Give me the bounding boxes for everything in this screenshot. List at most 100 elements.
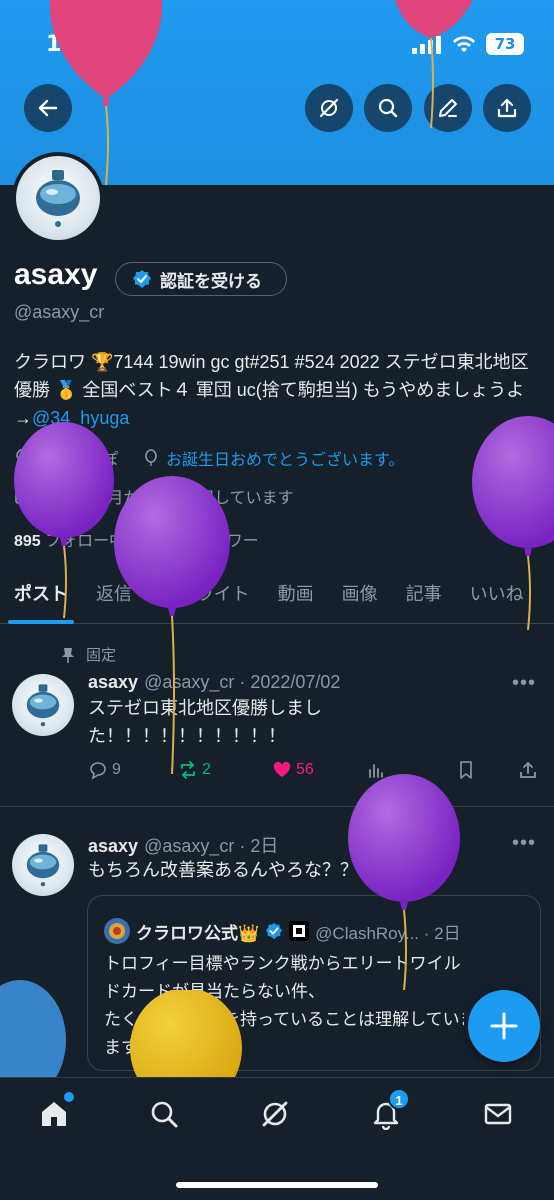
birthday-text[interactable]: お誕生日おめでとうございます。	[166, 446, 404, 470]
avatar-image	[26, 844, 60, 887]
bar-chart-icon	[369, 764, 383, 778]
profile-avatar[interactable]	[12, 152, 104, 244]
tab-videos[interactable]: 動画	[264, 570, 328, 623]
profile-bio: クラロワ 🏆7144 19win gc gt#251 #524 2022 ステゼ…	[14, 348, 534, 432]
post-author[interactable]: asaxy	[88, 836, 138, 856]
pin-icon	[62, 647, 74, 663]
grok-icon	[319, 98, 339, 118]
blue-balloon	[0, 980, 66, 1080]
search-button[interactable]	[364, 84, 412, 132]
edit-button[interactable]	[424, 84, 472, 132]
followers-label: フォロワー	[178, 533, 259, 550]
profile-tabs: ポスト 返信 ハイライト 動画 画像 記事 いいね	[0, 570, 554, 624]
home-notification-dot	[64, 1092, 74, 1102]
bookmark-icon	[460, 761, 472, 779]
verified-badge-icon	[133, 270, 151, 288]
quoted-text-line: たくさんの疑問を持っていることは理解しています	[104, 1010, 464, 1029]
nav-home[interactable]	[34, 1092, 74, 1134]
views-button[interactable]	[366, 760, 386, 780]
like-count: 56	[296, 761, 314, 778]
affiliate-badge-icon	[289, 921, 310, 941]
repost-button[interactable]: 2	[178, 760, 211, 780]
grok-icon	[262, 1101, 288, 1127]
profile-handle: @asaxy_cr	[14, 302, 105, 322]
reply-button[interactable]: 9	[88, 760, 121, 780]
nav-search[interactable]	[144, 1094, 184, 1134]
location-arrow-icon	[100, 36, 116, 52]
quoted-handle-date: @ClashRoy... · 2日	[315, 923, 461, 943]
post-more-button[interactable]: •••	[512, 672, 536, 695]
following-count: 895	[14, 533, 41, 550]
post-avatar[interactable]	[12, 674, 74, 736]
share-button[interactable]	[483, 84, 531, 132]
back-button[interactable]	[24, 84, 72, 132]
quoted-avatar	[104, 918, 130, 944]
share-icon	[497, 98, 517, 118]
share-post-button[interactable]	[518, 760, 538, 780]
get-verified-button[interactable]: 認証を受ける	[115, 262, 287, 296]
repost-icon	[181, 761, 195, 779]
quoted-text-line: トロフィー目標やランク戦からエリートワイル	[104, 954, 461, 973]
like-button[interactable]: 56	[272, 760, 314, 780]
verified-badge-icon	[266, 922, 283, 940]
notifications-badge: 1	[388, 1088, 410, 1110]
post-avatar[interactable]	[12, 834, 74, 896]
arrow-left-icon	[38, 99, 58, 117]
tab-likes[interactable]: いいね	[456, 570, 538, 623]
tab-highlights[interactable]: ハイライト	[146, 570, 264, 623]
nav-messages[interactable]	[478, 1094, 518, 1134]
quoted-text-line: ドカードが見当たらない件、	[104, 982, 325, 1001]
following-link[interactable]: 895 フォロー中	[14, 533, 125, 550]
post-more-button[interactable]: •••	[512, 832, 536, 855]
status-time: 1:11	[46, 32, 101, 57]
follow-stats: 895 フォロー中 599 フォロワー	[14, 527, 259, 551]
get-verified-label: 認証を受ける	[160, 271, 262, 291]
avatar-image	[26, 684, 60, 727]
status-bar: 1:11 73	[0, 30, 554, 60]
nav-grok[interactable]	[255, 1094, 295, 1134]
birthday: お誕生日おめでとうございます。	[142, 446, 404, 470]
tab-replies[interactable]: 返信	[82, 570, 146, 623]
followers-link[interactable]: 599 フォロワー	[147, 533, 258, 550]
search-icon	[151, 1101, 178, 1128]
quoted-author: クラロワ公式👑	[136, 923, 260, 943]
plus-icon	[490, 1012, 518, 1040]
post-handle-date: @asaxy_cr · 2日	[144, 836, 279, 856]
post-actions: 9 2 56	[88, 760, 548, 786]
tab-images[interactable]: 画像	[328, 570, 392, 623]
post-header: asaxy @asaxy_cr · 2022/07/02	[88, 672, 340, 693]
following-label: フォロー中	[45, 533, 126, 550]
home-icon	[42, 1102, 66, 1126]
quoted-text: トロフィー目標やランク戦からエリートワイル ドカードが見当たらない件、 たくさん…	[104, 950, 534, 1062]
bookmark-button[interactable]	[456, 760, 476, 780]
post-text: もちろん改善案あるんやろな？？	[88, 860, 358, 880]
heart-icon	[273, 761, 291, 777]
nav-notifications[interactable]: 1	[366, 1088, 410, 1134]
location-pin-icon	[16, 449, 30, 467]
pinned-label: 固定	[86, 647, 117, 664]
profile-meta: ぽとぽっぽ お誕生日おめでとうございます。	[14, 446, 404, 470]
post-text: ステゼロ東北地区優勝しまし た！！！！！！！！！！	[88, 694, 322, 750]
repost-count: 2	[202, 761, 211, 778]
compose-post-button[interactable]	[468, 990, 540, 1062]
joined-date: 2019年10月からXを利用しています	[14, 484, 294, 508]
location-text: ぽとぽっぽ	[38, 452, 119, 469]
share-icon	[520, 761, 536, 778]
reply-count: 9	[112, 761, 121, 778]
post-handle-date: @asaxy_cr · 2022/07/02	[144, 672, 341, 692]
quoted-post-header: クラロワ公式👑 @ClashRoy... · 2日	[104, 918, 461, 944]
tab-posts[interactable]: ポスト	[0, 570, 82, 624]
cellular-signal-icon	[412, 36, 441, 54]
pencil-icon	[439, 99, 457, 117]
bio-mention-link[interactable]: @34_hyuga	[32, 408, 129, 428]
calendar-icon	[15, 489, 31, 504]
tab-articles[interactable]: 記事	[392, 570, 456, 623]
mail-icon	[484, 1103, 512, 1125]
reply-icon	[90, 762, 106, 780]
profile-banner[interactable]	[0, 0, 554, 185]
grok-button[interactable]	[305, 84, 353, 132]
wifi-icon	[453, 36, 475, 52]
post-author[interactable]: asaxy	[88, 672, 138, 692]
followers-count: 599	[147, 533, 175, 550]
balloon-icon	[145, 449, 157, 466]
